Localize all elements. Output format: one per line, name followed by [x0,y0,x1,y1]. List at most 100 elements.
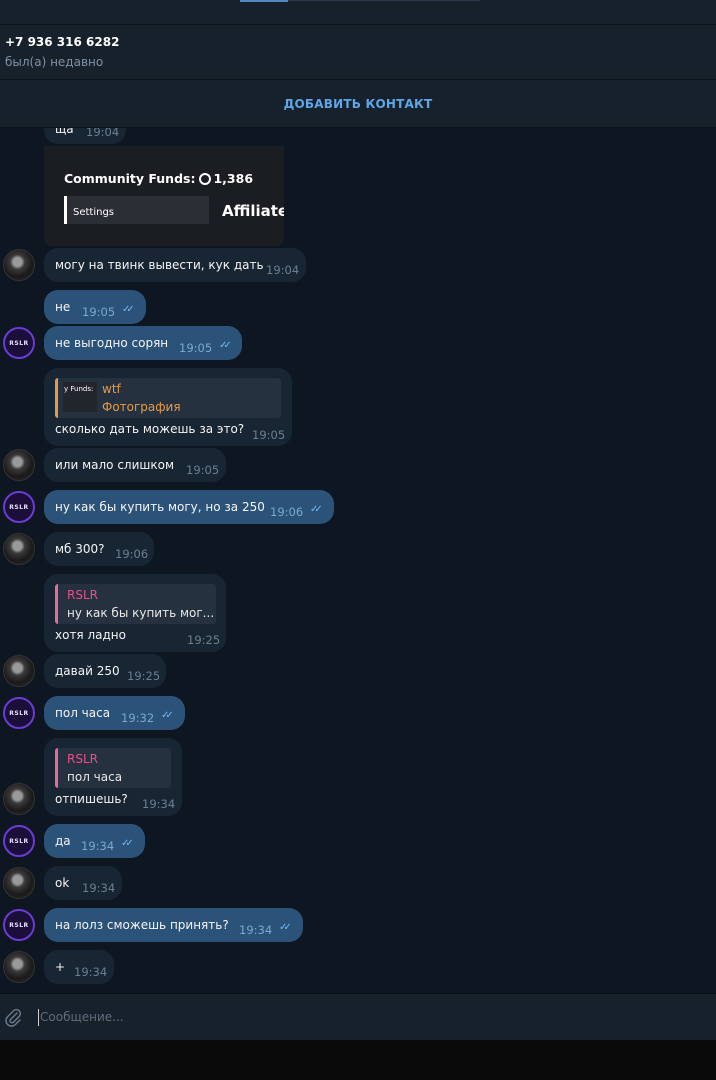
avatar[interactable]: RSLR [3,909,35,941]
message-incoming[interactable]: y Funds: wtf Фотография сколько дать мож… [44,368,292,446]
avatar[interactable] [3,449,35,481]
double-check-icon: ✓✓ [121,838,134,849]
message-text: мб 300? [55,542,105,556]
message-time: 19:05 [82,305,116,319]
message-input[interactable] [40,1004,680,1030]
message-incoming[interactable]: или мало слишком 19:05 [44,448,226,482]
message-outgoing[interactable]: не 19:05 ✓✓ [44,290,146,324]
message-text: пол часа [55,706,111,720]
message-incoming[interactable]: RSLR пол часа отпишешь? 19:34 [44,738,182,816]
message-text: отпишешь? [55,792,128,806]
avatar[interactable] [3,655,35,687]
message-list[interactable]: ща 19:04 Community Funds: 1,386 Settings … [0,128,716,993]
message-text: не [55,300,71,314]
message-incoming[interactable]: RSLR ну как бы купить мог... хотя ладно … [44,574,226,652]
message-incoming[interactable]: ok 19:34 [44,866,122,900]
message-time: 19:04 [266,263,300,277]
message-text: сколько дать можешь за это? [55,422,245,436]
message-time: 19:25 [187,633,221,647]
photo-text: Community Funds: 1,386 [64,171,253,186]
reply-text: Фотография [102,400,181,414]
reply-author: RSLR [67,588,98,602]
avatar[interactable] [3,249,35,281]
avatar-label: RSLR [9,709,29,717]
message-incoming[interactable]: давай 250 19:25 [44,654,166,688]
message-outgoing[interactable]: не выгодно сорян 19:05 ✓✓ [44,326,242,360]
double-check-icon: ✓✓ [310,504,323,515]
reply-thumb-text: y Funds: [64,385,94,393]
message-text: не выгодно сорян [55,336,169,350]
message-time: 19:25 [127,669,161,683]
avatar-label: RSLR [9,503,29,511]
reply-quote[interactable]: y Funds: wtf Фотография [55,378,281,418]
avatar[interactable] [3,783,35,815]
add-contact-button[interactable]: ДОБАВИТЬ КОНТАКТ [284,97,433,111]
avatar[interactable] [3,867,35,899]
message-text: или мало слишком [55,458,175,472]
message-time: 19:05 [252,428,286,442]
message-time: 19:34 [142,797,176,811]
contact-status: был(а) недавно [5,55,104,69]
photo-line1: Community Funds: [64,171,196,186]
message-incoming[interactable]: мб 300? 19:06 [44,532,154,566]
message-outgoing[interactable]: да 19:34 ✓✓ [44,824,145,858]
reply-thumbnail: y Funds: [63,382,97,412]
message-text: ну как бы купить могу, но за 250 [55,500,265,514]
message-text: могу на твинк вывести, кук дать [55,258,264,272]
message-time: 19:34 [82,881,116,895]
reply-author: wtf [102,382,121,396]
message-outgoing[interactable]: на лолз сможешь принять? 19:34 ✓✓ [44,908,303,942]
message-time: 19:34 [74,965,108,979]
avatar[interactable] [3,533,35,565]
reply-author: RSLR [67,752,98,766]
photo-settings-text: Settings [73,207,115,218]
message-time: 19:34 [81,839,115,853]
text-cursor [38,1009,39,1026]
avatar[interactable]: RSLR [3,327,35,359]
photo-affiliate-text: Affiliate [222,202,284,220]
contact-phone[interactable]: +7 936 316 6282 [5,35,119,49]
avatar[interactable] [3,951,35,983]
message-time: 19:04 [86,128,120,139]
message-text: ща [55,128,74,136]
message-outgoing[interactable]: ну как бы купить могу, но за 250 19:06 ✓… [44,490,334,524]
message-text: давай 250 [55,664,120,678]
photo-amount: 1,386 [213,171,254,186]
reply-quote[interactable]: RSLR ну как бы купить мог... [55,584,216,624]
message-time: 19:05 [186,463,220,477]
double-check-icon: ✓✓ [279,922,292,933]
message-time: 19:34 [239,923,273,937]
message-time: 19:05 [179,341,213,355]
double-check-icon: ✓✓ [219,340,232,351]
tab-strip [288,0,480,1]
message-time: 19:06 [115,547,149,561]
reply-text: ну как бы купить мог... [67,606,215,620]
avatar[interactable]: RSLR [3,697,35,729]
message-incoming[interactable]: ща 19:04 [44,128,126,144]
message-composer[interactable] [0,993,716,1040]
avatar[interactable]: RSLR [3,491,35,523]
message-incoming[interactable]: + 19:34 [44,950,114,984]
photo-settings-box: Settings [64,196,209,224]
top-strip [0,0,716,24]
active-tab-indicator [240,0,288,2]
add-contact-bar[interactable]: ДОБАВИТЬ КОНТАКТ [0,79,716,128]
message-incoming[interactable]: могу на твинк вывести, кук дать 19:04 [44,248,306,282]
avatar[interactable]: RSLR [3,825,35,857]
reply-text: пол часа [67,770,123,784]
avatar-label: RSLR [9,339,29,347]
double-check-icon: ✓✓ [122,304,135,315]
double-check-icon: ✓✓ [161,710,174,721]
message-text: да [55,834,71,848]
message-text: на лолз сможешь принять? [55,918,229,932]
reply-quote[interactable]: RSLR пол часа [55,748,171,788]
message-text: ok [55,876,70,890]
paperclip-icon[interactable] [3,1007,23,1027]
message-text: хотя ладно [55,628,126,642]
chat-header[interactable]: +7 936 316 6282 был(а) недавно [0,24,716,79]
photo-message[interactable]: Community Funds: 1,386 Settings Affiliate [44,146,284,246]
message-outgoing[interactable]: пол часа 19:32 ✓✓ [44,696,185,730]
bottom-bar [0,1040,716,1080]
message-text: + [55,960,66,974]
avatar-label: RSLR [9,837,29,845]
